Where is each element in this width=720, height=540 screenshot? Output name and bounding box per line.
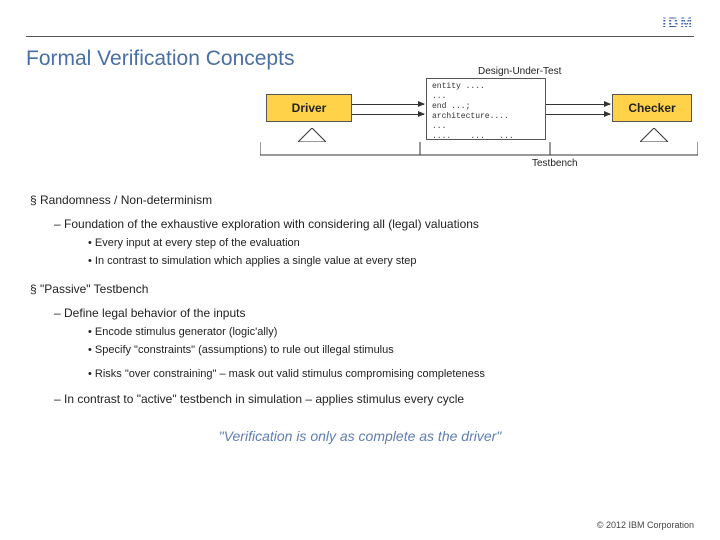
- diagram: Design-Under-Test Driver entity .... ...…: [260, 66, 700, 174]
- testbench-bracket-icon: [260, 142, 698, 156]
- bullet-l1: Randomness / Non-determinism: [30, 191, 694, 209]
- testbench-label: Testbench: [532, 158, 578, 169]
- bullet-l1: "Passive" Testbench: [30, 280, 694, 298]
- slide: IBM Formal Verification Concepts Design-…: [0, 0, 720, 540]
- code-box: entity .... ... end ...; architecture...…: [426, 78, 546, 140]
- bullet-l3: Specify "constraints" (assumptions) to r…: [88, 342, 694, 359]
- bullet-l2: In contrast to "active" testbench in sim…: [54, 390, 694, 408]
- bullet-l3: Every input at every step of the evaluat…: [88, 235, 694, 252]
- up-arrow-icon: [298, 128, 326, 142]
- arrow-icon: [352, 114, 424, 115]
- up-arrow-icon: [640, 128, 668, 142]
- arrow-icon: [352, 104, 424, 105]
- quote: "Verification is only as complete as the…: [26, 426, 694, 447]
- bullet-l3: Encode stimulus generator (logic'ally): [88, 324, 694, 341]
- dut-label: Design-Under-Test: [478, 66, 561, 77]
- bullet-l2: Define legal behavior of the inputs: [54, 304, 694, 322]
- bullet-l2: Foundation of the exhaustive exploration…: [54, 215, 694, 233]
- arrow-icon: [546, 114, 610, 115]
- content: Randomness / Non-determinism Foundation …: [26, 191, 694, 447]
- driver-box: Driver: [266, 94, 352, 122]
- arrow-icon: [546, 104, 610, 105]
- bullet-l3: In contrast to simulation which applies …: [88, 253, 694, 270]
- brand-logo: IBM: [662, 14, 694, 30]
- header-rule: [26, 36, 694, 37]
- brand-text: IBM: [662, 14, 694, 30]
- footer-copyright: © 2012 IBM Corporation: [597, 520, 694, 530]
- bullet-l3: Risks "over constraining" – mask out val…: [88, 366, 694, 383]
- checker-box: Checker: [612, 94, 692, 122]
